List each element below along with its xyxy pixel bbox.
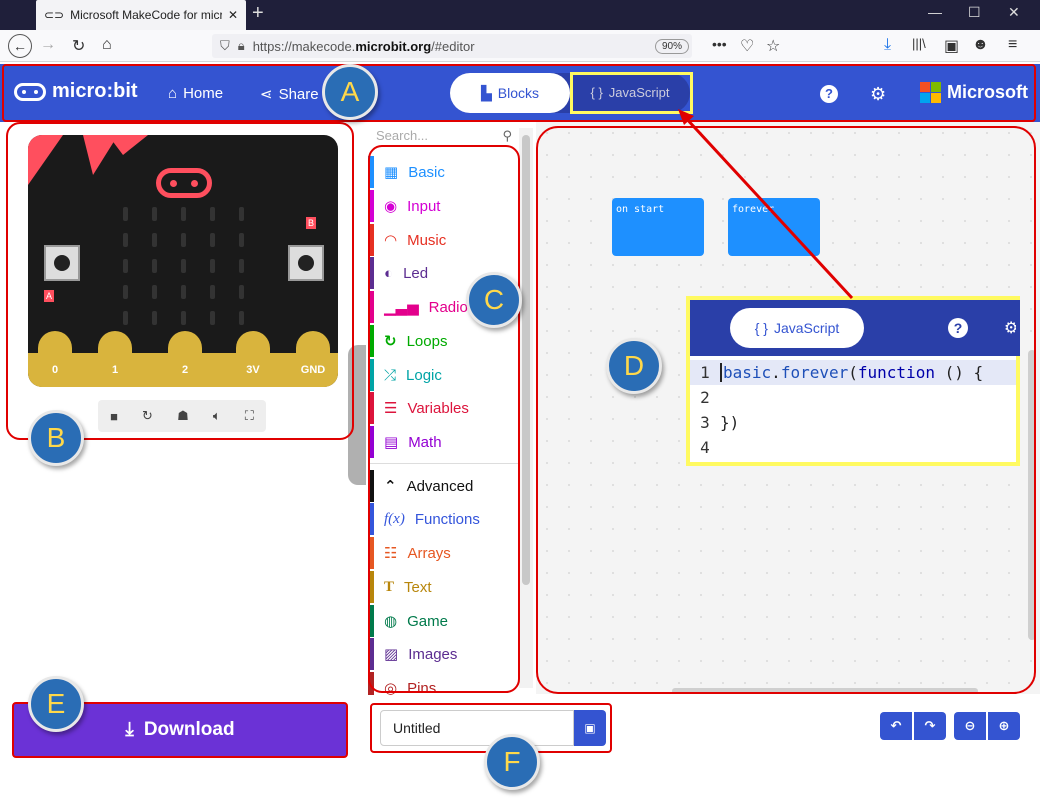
callout-b: B <box>28 410 84 466</box>
callout-f: F <box>484 734 540 790</box>
callout-a: A <box>322 64 378 120</box>
annotation-arrow <box>678 109 854 300</box>
callout-c: C <box>466 272 522 328</box>
callout-e: E <box>28 676 84 732</box>
callout-d: D <box>606 338 662 394</box>
